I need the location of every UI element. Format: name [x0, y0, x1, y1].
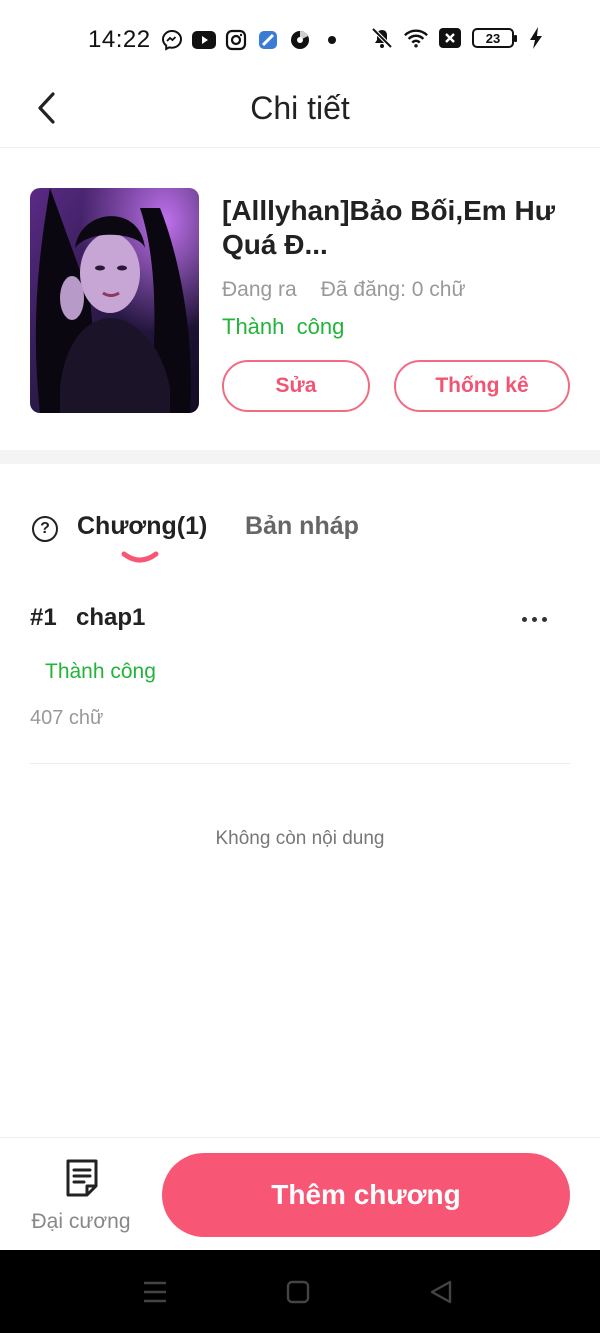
- chapter-status: Thành công: [45, 660, 156, 683]
- hamburger-icon: [144, 1281, 166, 1303]
- square-icon: [286, 1280, 310, 1304]
- wifi-icon: [404, 26, 428, 50]
- edit-button[interactable]: Sửa: [222, 360, 370, 412]
- more-dot-icon: [521, 616, 527, 622]
- outline-button[interactable]: Đại cương: [24, 1158, 138, 1240]
- end-of-list-text: Không còn nội dung: [215, 828, 385, 849]
- battery-icon: 23: [472, 28, 517, 48]
- charging-icon: [524, 26, 548, 50]
- tab-chapters[interactable]: Chương(1): [77, 512, 207, 541]
- help-icon[interactable]: ?: [32, 516, 58, 542]
- app-icon: [256, 28, 280, 52]
- book-title: [Alllyhan]Bảo Bối,Em Hư Quá Đ...: [222, 195, 555, 260]
- book-cover[interactable]: [30, 188, 199, 413]
- book-state: Đang ra: [222, 278, 297, 301]
- status-bar: 14:22 23: [0, 0, 600, 80]
- instagram-icon: [224, 28, 248, 52]
- document-icon: [66, 1159, 98, 1197]
- messenger-icon: [160, 28, 184, 52]
- back-nav-button[interactable]: [425, 1276, 457, 1308]
- book-meta: Đang ra Đã đăng: 0 chữ: [222, 278, 466, 302]
- music-icon: [288, 28, 312, 52]
- close-box-icon: [438, 26, 462, 50]
- more-dot-icon: [531, 616, 537, 622]
- home-nav-button[interactable]: [282, 1276, 314, 1308]
- system-nav-bar: [0, 1250, 600, 1333]
- tab-drafts[interactable]: Bản nháp: [245, 512, 359, 541]
- stats-button[interactable]: Thống kê: [394, 360, 570, 412]
- dot-icon: [320, 28, 344, 52]
- tab-bar: ? Chương(1) Bản nháp: [0, 494, 600, 574]
- book-info: [Alllyhan]Bảo Bối,Em Hư Quá Đ... Đang ra…: [0, 150, 600, 450]
- chapter-number: #1: [30, 604, 57, 631]
- notification-icons: [160, 28, 344, 52]
- book-status: Thành công: [222, 314, 345, 339]
- outline-label: Đại cương: [31, 1210, 131, 1233]
- chapter-name: chap1: [76, 604, 146, 631]
- more-dot-icon: [541, 616, 547, 622]
- system-icons: 23: [370, 26, 548, 50]
- triangle-back-icon: [430, 1280, 452, 1304]
- battery-level: 23: [485, 30, 501, 46]
- status-time: 14:22: [88, 26, 151, 53]
- add-chapter-button[interactable]: Thêm chương: [162, 1153, 570, 1237]
- chapter-word-count: 407 chữ: [30, 707, 104, 729]
- youtube-icon: [192, 28, 216, 52]
- section-divider: [0, 450, 600, 464]
- page-title: Chi tiết: [250, 90, 350, 126]
- header: Chi tiết: [0, 70, 600, 148]
- book-word-count: Đã đăng: 0 chữ: [320, 278, 466, 301]
- tab-active-indicator: [121, 551, 159, 563]
- menu-nav-button[interactable]: [139, 1276, 171, 1308]
- bottom-bar: Đại cương Thêm chương: [0, 1137, 600, 1250]
- more-options-button[interactable]: [516, 604, 552, 634]
- mute-icon: [370, 26, 394, 50]
- chapter-row[interactable]: #1 chap1 Thành công 407 chữ: [30, 590, 570, 764]
